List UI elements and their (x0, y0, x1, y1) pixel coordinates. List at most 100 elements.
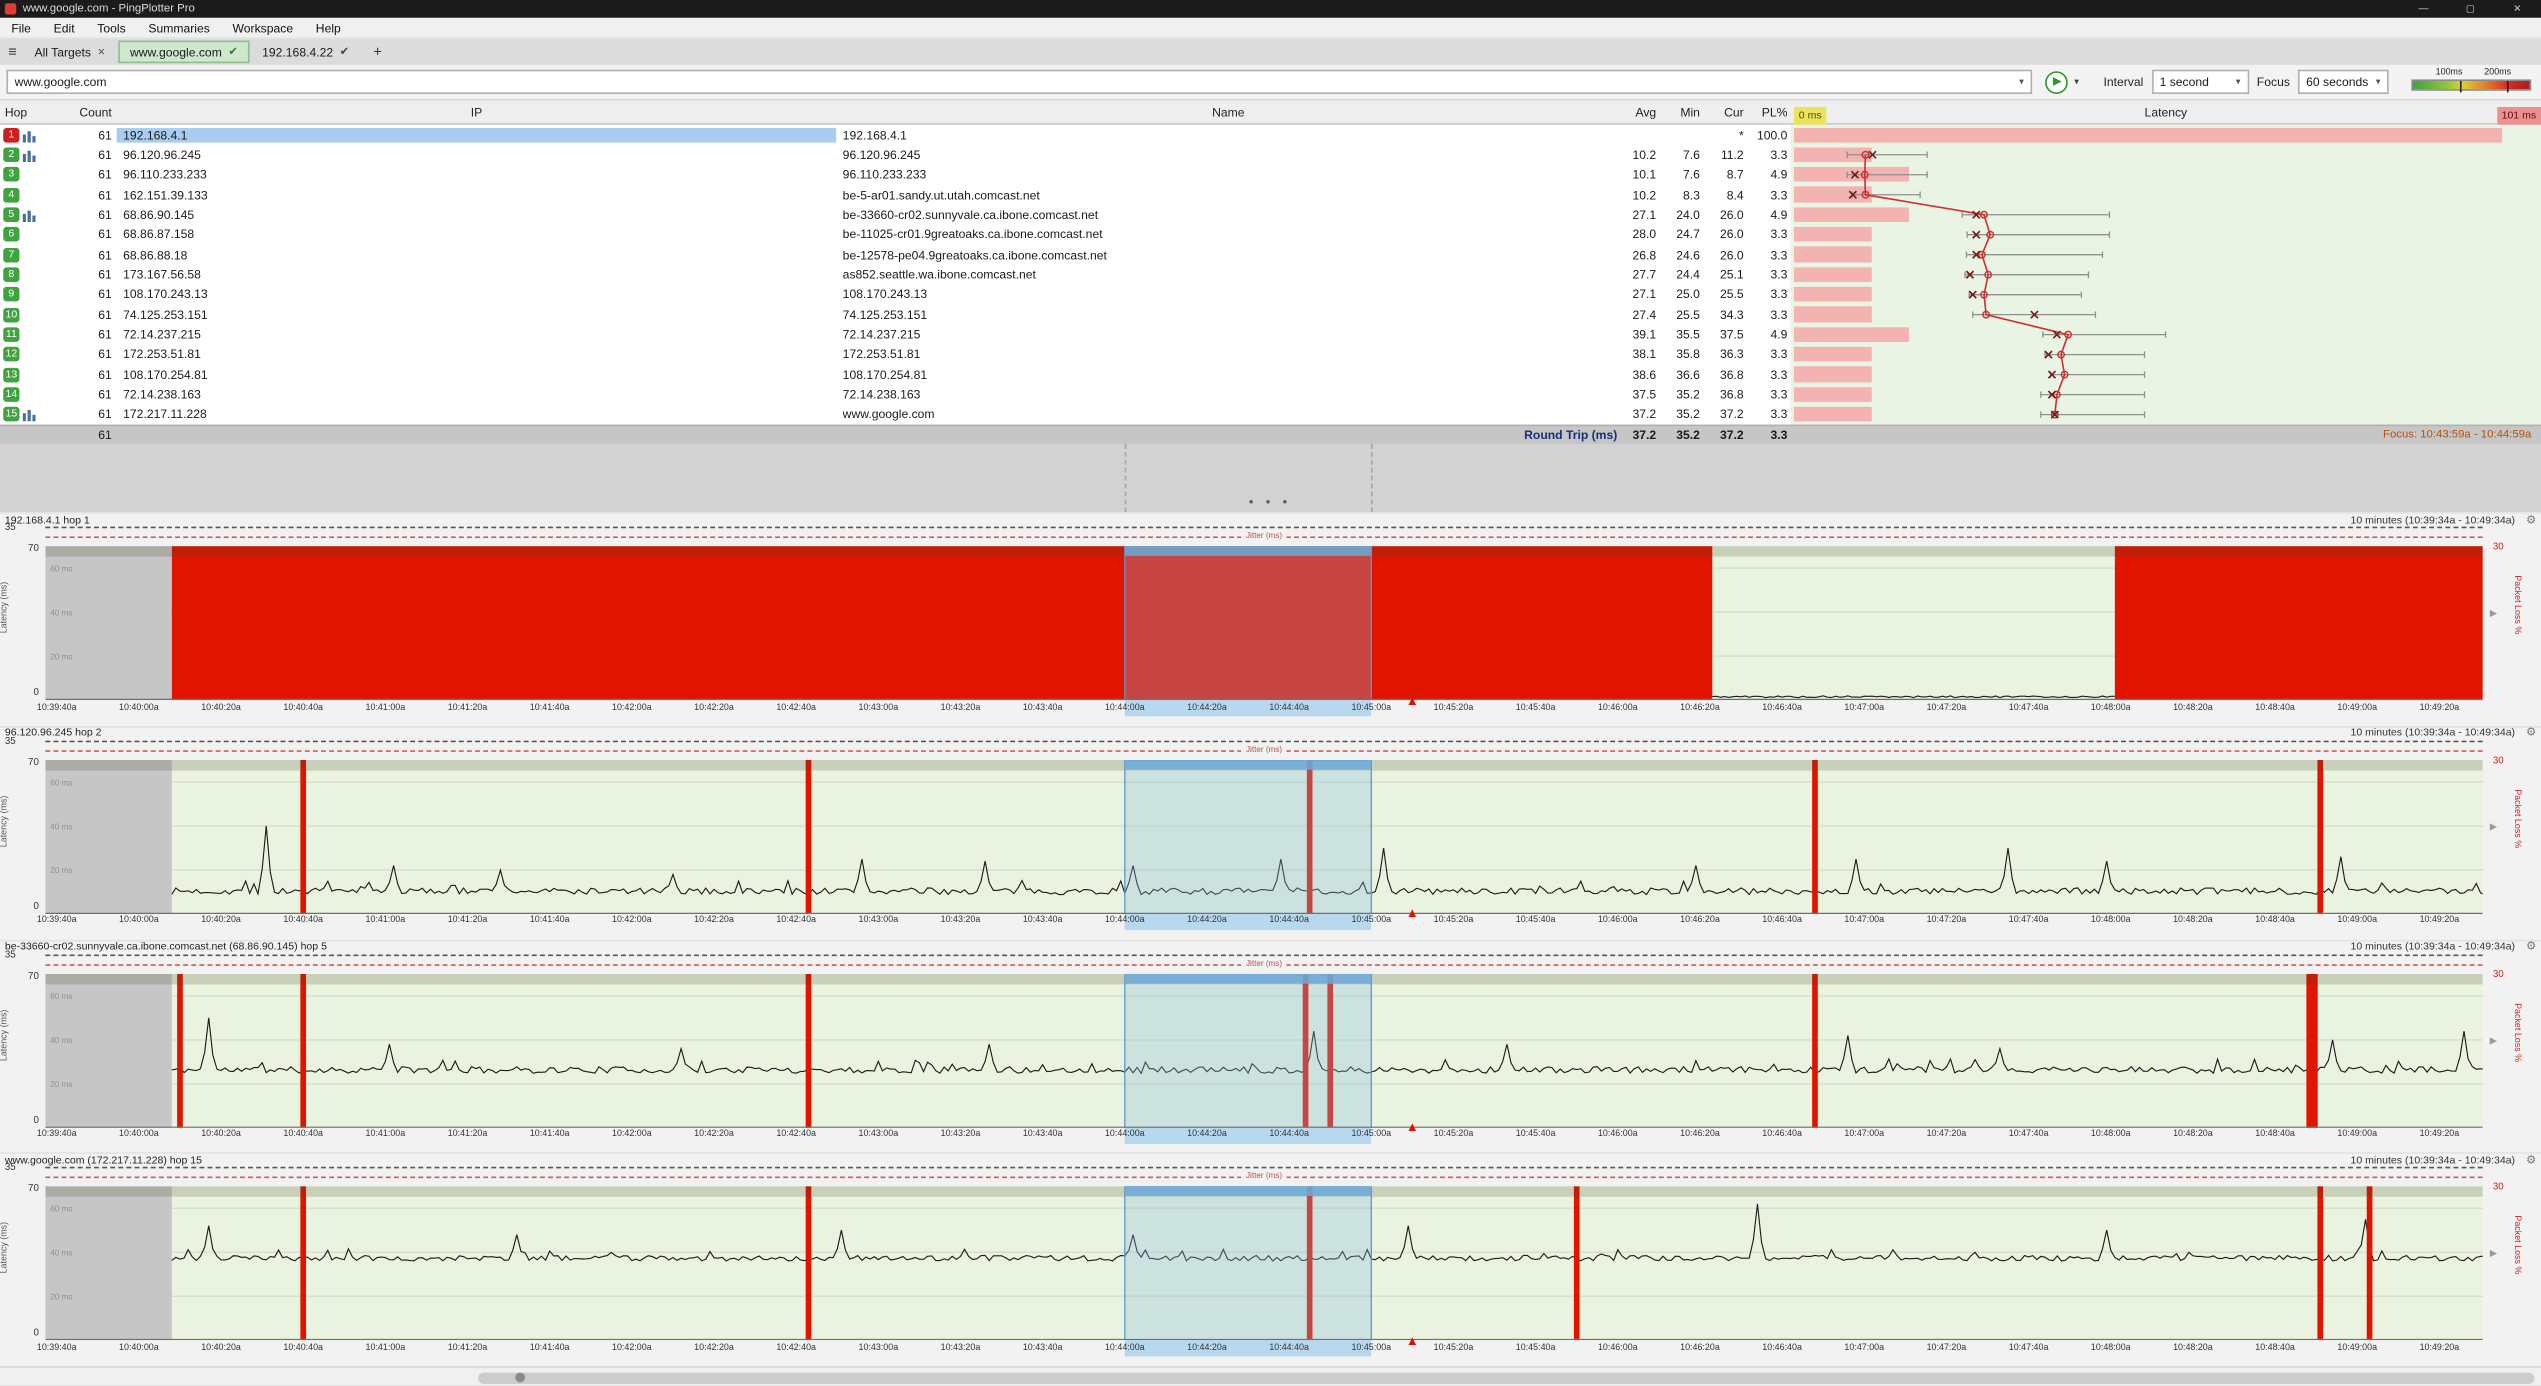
start-trace-button[interactable]: ▶ (2045, 70, 2068, 94)
cell-ip[interactable]: 108.170.254.81 (117, 367, 837, 382)
cell-pl: 3.3 (1770, 247, 1788, 262)
timeline-duration[interactable]: 10 minutes (10:39:34a - 10:49:34a) (2351, 515, 2516, 526)
focus-marker-triangle[interactable]: ▲ (1406, 1121, 1419, 1134)
tab-192.168.4.22[interactable]: 192.168.4.22 ✔ (252, 41, 358, 64)
maximize-button[interactable]: ▢ (2447, 0, 2494, 18)
timeline-plot[interactable]: 60 ms 40 ms 20 ms (45, 973, 2483, 1128)
chevron-down-icon[interactable]: ▾ (2013, 76, 2024, 88)
focus-marker-triangle[interactable]: ▲ (1406, 1334, 1419, 1348)
menu-summaries[interactable]: Summaries (137, 17, 221, 38)
scrollbar-thumb[interactable] (478, 1371, 2535, 1384)
table-row[interactable]: 1 61 192.168.4.1 192.168.4.1 * 100.0 (0, 124, 2541, 145)
legend-200ms-label: 200ms (2484, 68, 2512, 78)
menu-edit[interactable]: Edit (42, 17, 86, 38)
cell-ip[interactable]: 68.86.90.145 (117, 207, 837, 222)
cell-cur: 37.2 (1720, 407, 1744, 422)
time-tick-label: 10:48:20a (2173, 1129, 2213, 1140)
table-row[interactable]: 8 61 173.167.56.58 as852.seattle.wa.ibone.c… (0, 264, 2541, 285)
menu-tools[interactable]: Tools (86, 17, 137, 38)
menu-workspace[interactable]: Workspace (221, 17, 304, 38)
jitter-scale-max: 35 (4, 523, 16, 534)
table-row[interactable]: 4 61 162.151.39.133 be-5-ar01.sandy.ut.utah… (0, 184, 2541, 205)
timeline-plot[interactable]: 60 ms 40 ms 20 ms (45, 759, 2483, 914)
timeline-settings-icon[interactable]: ⚙ (2526, 940, 2536, 953)
cell-min: 24.6 (1676, 247, 1700, 262)
cell-ip[interactable]: 172.217.11.228 (117, 407, 837, 422)
focus-select[interactable]: 60 seconds ▾ (2298, 69, 2389, 94)
scroll-right-arrow[interactable]: ▶ (2490, 608, 2497, 619)
cell-count: 61 (98, 327, 112, 342)
close-button[interactable]: ✕ (2494, 0, 2541, 18)
timeline-duration[interactable]: 10 minutes (10:39:34a - 10:49:34a) (2351, 1155, 2516, 1166)
time-tick-label: 10:48:40a (2255, 702, 2295, 713)
table-row[interactable]: 11 61 72.14.237.215 72.14.237.215 39.1 35.5 37… (0, 324, 2541, 345)
horizontal-scrollbar[interactable] (0, 1366, 2541, 1386)
cell-ip[interactable]: 72.14.237.215 (117, 327, 837, 342)
hop-badge: 12 (3, 347, 20, 362)
interval-select[interactable]: 1 second ▾ (2151, 69, 2249, 94)
close-icon[interactable]: ✕ (97, 46, 105, 58)
trace-options-caret-icon[interactable]: ▾ (2074, 76, 2079, 88)
timeline-plot[interactable]: 60 ms 40 ms 20 ms (45, 1186, 2483, 1341)
packet-loss-block (171, 546, 1713, 701)
scroll-right-arrow[interactable]: ▶ (2490, 1248, 2497, 1260)
col-avg[interactable]: Avg (1621, 105, 1660, 120)
table-row[interactable]: 2 61 96.120.96.245 96.120.96.245 10.2 7.6 11.2… (0, 144, 2541, 165)
time-tick-label: 10:48:20a (2173, 702, 2213, 713)
cell-ip[interactable]: 192.168.4.1 (116, 127, 837, 143)
scrollbar-grip[interactable] (515, 1372, 526, 1383)
tab-www.google.com[interactable]: www.google.com ✔ (118, 40, 250, 64)
splitter-handle[interactable]: ● ● ● (0, 498, 2541, 508)
minimize-button[interactable]: — (2400, 0, 2447, 18)
menu-help[interactable]: Help (304, 17, 352, 38)
table-row[interactable]: 14 61 72.14.238.163 72.14.238.163 37.5 35.2 36… (0, 384, 2541, 405)
col-latency[interactable]: 0 ms Latency 101 ms (1791, 105, 2541, 126)
timeline-graph-icon (22, 150, 36, 163)
timeline-duration[interactable]: 10 minutes (10:39:34a - 10:49:34a) (2351, 942, 2516, 953)
cell-ip[interactable]: 96.120.96.245 (117, 147, 837, 162)
cell-cur: 34.3 (1720, 307, 1744, 322)
scroll-right-arrow[interactable]: ▶ (2490, 821, 2497, 833)
cell-ip[interactable]: 68.86.87.158 (117, 227, 837, 242)
table-row[interactable]: 9 61 108.170.243.13 108.170.243.13 27.1 25.0 2… (0, 284, 2541, 305)
cell-ip[interactable]: 72.14.238.163 (117, 387, 837, 402)
target-input[interactable]: www.google.com ▾ (6, 69, 2033, 94)
timeline-duration[interactable]: 10 minutes (10:39:34a - 10:49:34a) (2351, 728, 2516, 739)
cell-ip[interactable]: 96.110.233.233 (117, 167, 837, 182)
interval-value: 1 second (2159, 74, 2209, 90)
menu-file[interactable]: File (0, 17, 42, 38)
col-cur[interactable]: Cur (1703, 105, 1747, 120)
table-row[interactable]: 6 61 68.86.87.158 be-11025-cr01.9greatoaks.… (0, 224, 2541, 245)
timeline-plot[interactable]: 60 ms 40 ms 20 ms (45, 546, 2483, 701)
cell-ip[interactable]: 162.151.39.133 (117, 187, 837, 202)
table-row[interactable]: 5 61 68.86.90.145 be-33660-cr02.sunnyvale.c… (0, 204, 2541, 225)
timeline-settings-icon[interactable]: ⚙ (2526, 1153, 2536, 1166)
col-name[interactable]: Name (836, 105, 1620, 120)
new-target-button[interactable]: + (362, 44, 393, 60)
col-pl[interactable]: PL% (1747, 105, 1791, 120)
timeline-settings-icon[interactable]: ⚙ (2526, 513, 2536, 526)
hamburger-menu-icon[interactable]: ≡ (0, 44, 25, 60)
cell-ip[interactable]: 173.167.56.58 (117, 267, 837, 282)
timeline-settings-icon[interactable]: ⚙ (2526, 726, 2536, 739)
scroll-right-arrow[interactable]: ▶ (2490, 1035, 2497, 1046)
cell-ip[interactable]: 74.125.253.151 (117, 307, 837, 322)
col-ip[interactable]: IP (117, 105, 837, 120)
cell-ip[interactable]: 68.86.88.18 (117, 247, 837, 262)
table-row[interactable]: 3 61 96.110.233.233 96.110.233.233 10.1 7.6 8.… (0, 164, 2541, 185)
col-min[interactable]: Min (1659, 105, 1703, 120)
time-tick-label: 10:42:00a (612, 702, 652, 713)
table-row[interactable]: 7 61 68.86.88.18 be-12578-pe04.9greatoaks.c… (0, 244, 2541, 265)
col-count[interactable]: Count (49, 105, 117, 120)
tab-all-targets[interactable]: All Targets ✕ (25, 41, 116, 64)
focus-marker-triangle[interactable]: ▲ (1406, 694, 1419, 707)
cell-ip[interactable]: 108.170.243.13 (117, 287, 837, 302)
focus-marker-triangle[interactable]: ▲ (1406, 907, 1419, 921)
table-row[interactable]: 15 61 172.217.11.228 www.google.com 37.2 35.2… (0, 404, 2541, 425)
table-row[interactable]: 10 61 74.125.253.151 74.125.253.151 27.4 25.5… (0, 304, 2541, 325)
table-row[interactable]: 13 61 108.170.254.81 108.170.254.81 38.6 36.6… (0, 364, 2541, 385)
timeline-graph: be-33660-cr02.sunnyvale.ca.ibone.comcast… (0, 939, 2541, 1153)
cell-ip[interactable]: 172.253.51.81 (117, 347, 837, 362)
table-row[interactable]: 12 61 172.253.51.81 172.253.51.81 38.1 35.8 36… (0, 344, 2541, 365)
col-hop[interactable]: Hop (0, 105, 49, 120)
